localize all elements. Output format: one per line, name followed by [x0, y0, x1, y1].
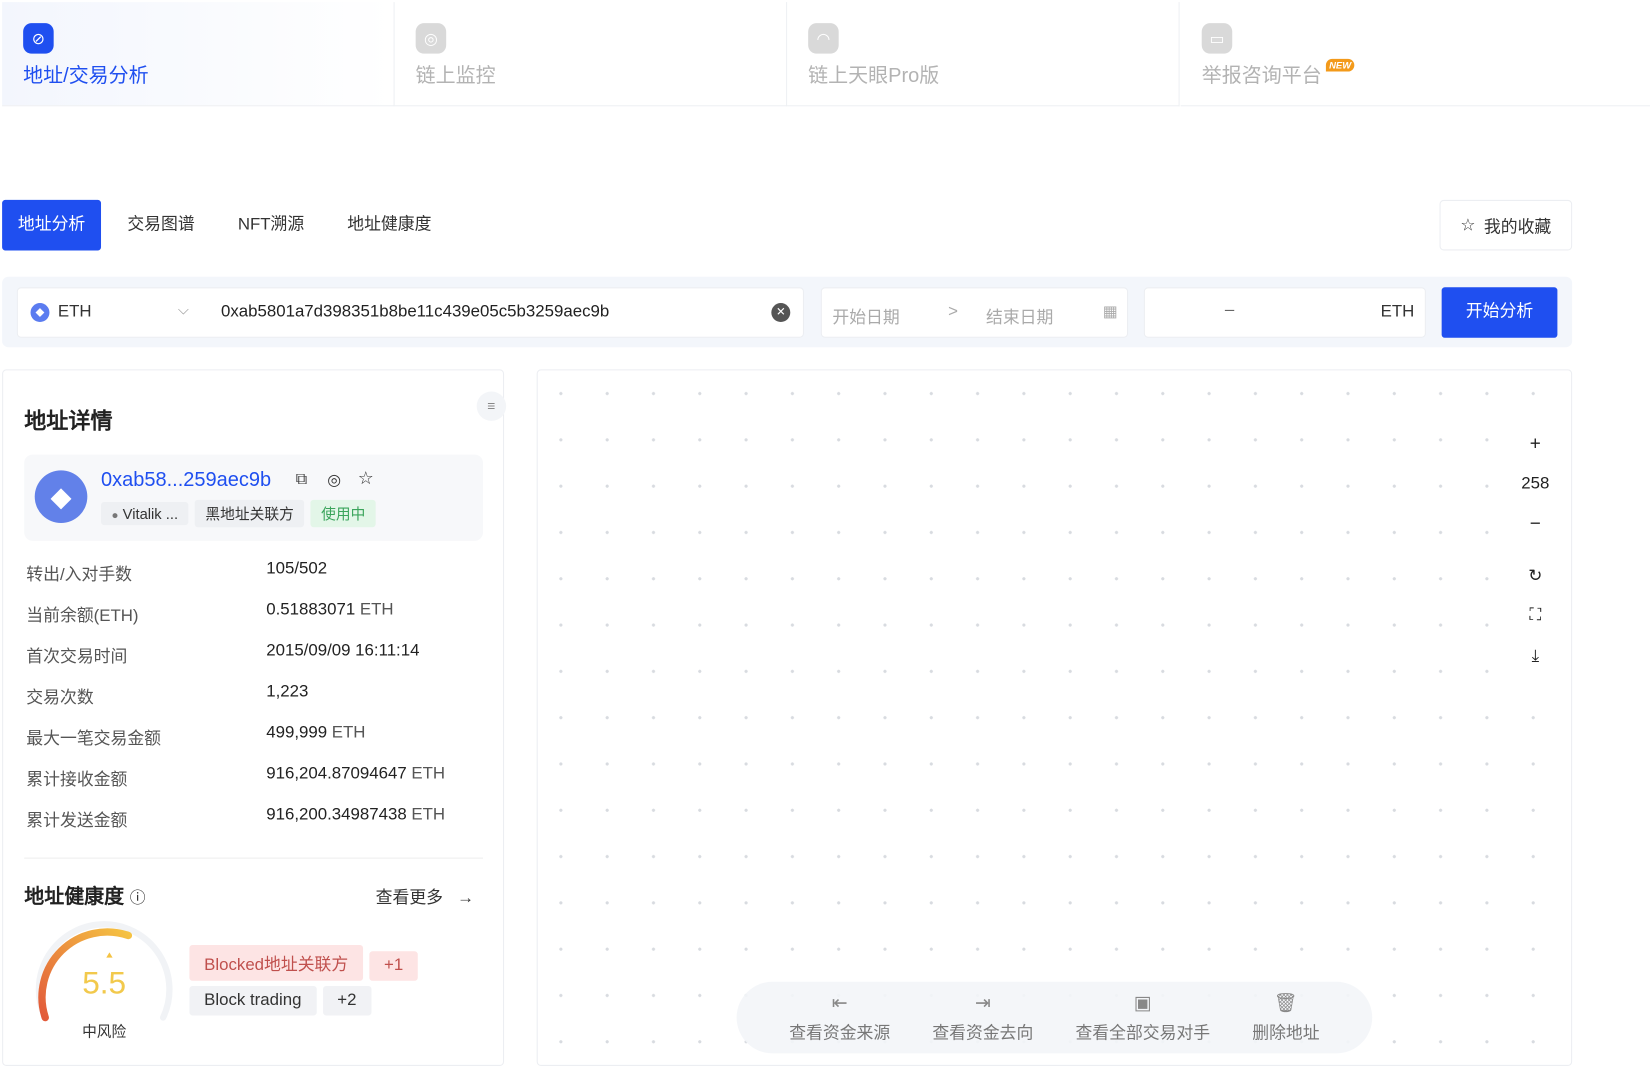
question-icon: ● [111, 509, 119, 522]
amount-range[interactable]: – ETH [1143, 287, 1426, 338]
calendar-icon: ▦ [1102, 303, 1118, 321]
label-tag: ● Vitalik ... [101, 501, 189, 526]
risk-tag-more[interactable]: +1 [369, 951, 418, 981]
view-more-link[interactable]: 查看更多 → [376, 883, 474, 908]
address-search: ◆ ETH ⌵ ✕ [16, 287, 804, 338]
detail-row: 当前余额(ETH) 0.51883071 ETH [26, 600, 394, 626]
trash-icon: 🗑 [1273, 991, 1298, 1013]
arrow-right-icon: → [457, 889, 474, 908]
detail-row: 首次交易时间 2015/09/09 16:11:14 [26, 641, 420, 667]
zoom-in-button[interactable]: + [1515, 423, 1556, 464]
detail-row: 累计接收金额 916,204.87094647 ETH [26, 765, 446, 790]
zoom-level: 258 [1515, 465, 1556, 503]
tab-tx-graph[interactable]: 交易图谱 [127, 200, 194, 251]
view-fund-source-button[interactable]: ⇤ 查看资金来源 [789, 992, 890, 1044]
start-date-input[interactable]: 开始日期 [832, 303, 899, 328]
tab-address-analysis[interactable]: 地址分析 [2, 199, 102, 251]
address-input[interactable] [220, 298, 758, 327]
detail-row: 累计发送金额 916,200.34987438 ETH [26, 806, 446, 831]
divider [24, 857, 484, 859]
download-icon[interactable]: ⤓ [1515, 635, 1556, 678]
chain-select[interactable]: ETH ⌵ [18, 288, 202, 336]
detail-row: 最大一笔交易金额 499,999 ETH [26, 723, 366, 749]
address-details-panel: 地址详情 ≡ ◆ 0xab58...259aec9b ⧉ ◎ ☆ ● Vital… [2, 369, 507, 1066]
date-separator: > [948, 303, 958, 321]
chart-swap-icon: ⊘ [23, 23, 54, 54]
delete-address-button[interactable]: 🗑 删除地址 [1252, 992, 1319, 1044]
tab-label: 举报咨询平台 [1201, 65, 1322, 88]
monitor-icon[interactable]: ◎ [327, 470, 341, 489]
amount-unit: ETH [1380, 303, 1415, 321]
end-date-input[interactable]: 结束日期 [986, 303, 1053, 328]
risk-tag-more[interactable]: +2 [322, 986, 372, 1016]
list-out-icon: ⇥ [974, 991, 991, 1013]
webcam-icon: ◎ [415, 23, 447, 54]
favorites-label: 我的收藏 [1483, 218, 1552, 237]
radar-icon: ◠ [808, 23, 839, 54]
short-address[interactable]: 0xab58...259aec9b [101, 469, 271, 492]
top-tab-monitor[interactable]: ◎ 链上监控 [394, 2, 788, 107]
graph-action-bar: ⇤ 查看资金来源 ⇥ 查看资金去向 ▣ 查看全部交易对手 🗑 删除地址 [736, 981, 1373, 1054]
tab-label: 链上天眼Pro版 [808, 65, 940, 88]
health-title: 地址健康度 ⓘ [24, 886, 146, 909]
top-tab-pro[interactable]: ◠ 链上天眼Pro版 [787, 2, 1180, 107]
collapse-icon[interactable]: ≡ [476, 391, 507, 421]
new-badge: NEW [1325, 58, 1355, 72]
tab-address-health[interactable]: 地址健康度 [347, 200, 431, 251]
star-icon[interactable]: ☆ [358, 468, 374, 489]
list-in-icon: ⇤ [831, 991, 848, 1013]
chain-value: ETH [57, 303, 92, 321]
tab-nft-trace[interactable]: NFT溯源 [238, 200, 304, 251]
view-all-counterparties-button[interactable]: ▣ 查看全部交易对手 [1075, 992, 1210, 1044]
detail-row: 转出/入对手数 105/502 [26, 559, 328, 585]
fullscreen-icon[interactable]: ⛶ [1515, 595, 1556, 636]
blacklist-tag: 黑地址关联方 [194, 499, 305, 528]
detail-row: 交易次数 1,223 [26, 682, 309, 708]
report-icon: ▭ [1201, 23, 1233, 54]
zoom-out-button[interactable]: − [1515, 502, 1556, 543]
top-tab-report[interactable]: ▭ 举报咨询平台NEW [1180, 2, 1650, 107]
amount-separator: – [1224, 300, 1235, 319]
eth-avatar: ◆ [34, 470, 88, 523]
star-icon: ☆ [1460, 216, 1476, 235]
start-analysis-button[interactable]: 开始分析 [1441, 287, 1558, 338]
panel-title: 地址详情 [24, 409, 113, 434]
risk-level: 中风险 [82, 1022, 127, 1040]
reset-icon[interactable]: ↻ [1515, 555, 1556, 596]
info-icon[interactable]: ⓘ [130, 889, 146, 907]
top-tab-address-analysis[interactable]: ⊘ 地址/交易分析 [2, 2, 395, 107]
copy-icon[interactable]: ⧉ [296, 470, 307, 488]
clear-icon[interactable]: ✕ [771, 303, 791, 323]
chevron-down-icon: ⌵ [177, 300, 190, 318]
tab-label: 链上监控 [415, 65, 496, 88]
risk-tag: Blocked地址关联方 [189, 944, 363, 981]
favorites-button[interactable]: ☆ 我的收藏 [1439, 199, 1573, 251]
tab-label: 地址/交易分析 [23, 65, 149, 88]
grid-icon: ▣ [1133, 991, 1152, 1013]
date-range-picker[interactable]: 开始日期 > 结束日期 ▦ [820, 287, 1129, 338]
graph-canvas[interactable] [536, 369, 1573, 1066]
status-badge: 使用中 [310, 499, 376, 528]
tag-text: Vitalik ... [122, 505, 179, 522]
health-score: 5.5 [82, 966, 127, 1001]
risk-tag: Block trading [189, 986, 317, 1016]
view-fund-destination-button[interactable]: ⇥ 查看资金去向 [932, 992, 1033, 1044]
